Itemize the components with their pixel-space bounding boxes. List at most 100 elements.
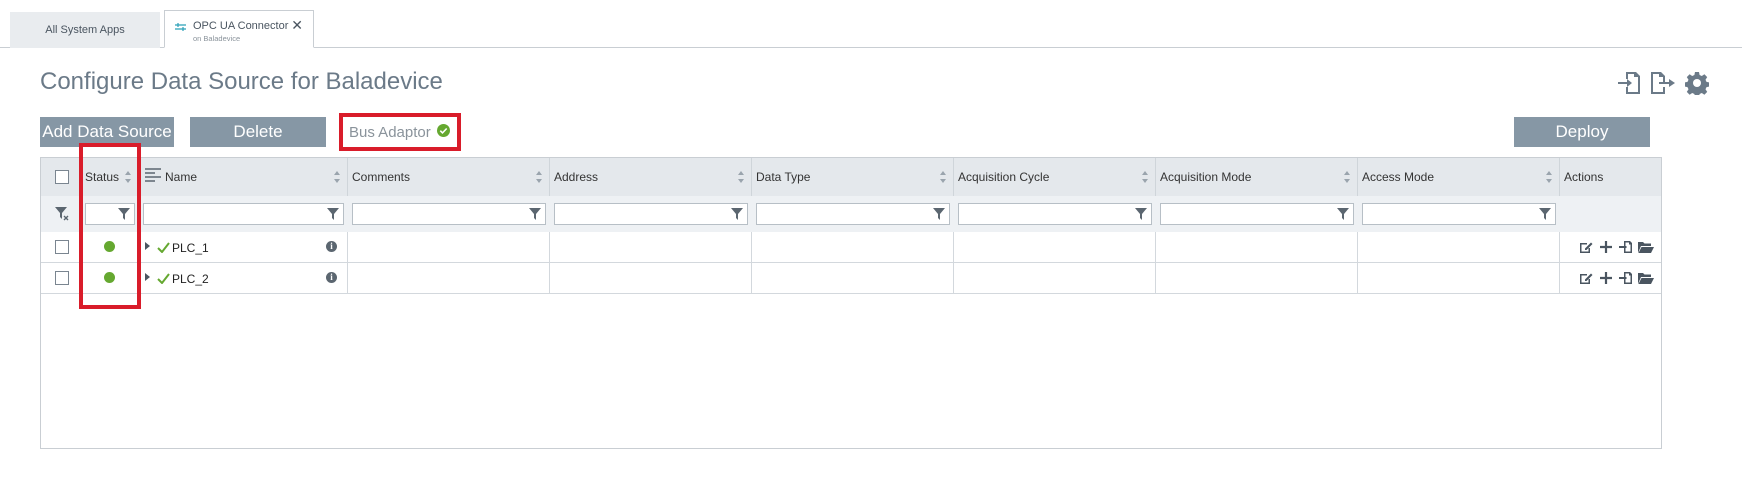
acquisition-cycle-filter-input[interactable] (958, 203, 1152, 225)
address-filter-cell (550, 196, 752, 232)
grid-filter-row (41, 196, 1661, 232)
sort-icon[interactable] (1545, 170, 1553, 184)
column-header-comments[interactable]: Comments (348, 158, 550, 196)
info-icon[interactable]: i (326, 241, 337, 252)
tab-label: All System Apps (45, 24, 125, 36)
close-icon[interactable]: ✕ (291, 17, 303, 34)
row-select-cell (41, 263, 81, 293)
checkmark-icon (157, 271, 170, 289)
filter-icon[interactable] (1135, 208, 1147, 220)
status-ok-indicator (103, 241, 115, 252)
export-icon[interactable] (1648, 68, 1678, 98)
sort-icon[interactable] (1343, 170, 1351, 184)
settings-gear-icon[interactable] (1682, 68, 1712, 98)
filter-icon[interactable] (933, 208, 945, 220)
tab-bar: All System Apps OPC UA Connector on Bala… (0, 0, 1742, 48)
add-icon[interactable] (1598, 271, 1614, 285)
column-header-status[interactable]: Status (81, 158, 139, 196)
page-actions (1614, 68, 1712, 98)
sort-icon[interactable] (535, 170, 543, 184)
status-cell (81, 232, 139, 262)
delete-button[interactable]: Delete (190, 117, 326, 147)
column-header-acquisition-cycle[interactable]: Acquisition Cycle (954, 158, 1156, 196)
expand-arrow-icon[interactable] (145, 273, 150, 281)
data-source-name: PLC_1 (172, 241, 209, 255)
data-type-filter-cell (752, 196, 954, 232)
access-mode-filter-input[interactable] (1362, 203, 1556, 225)
sort-icon[interactable] (1141, 170, 1149, 184)
info-icon[interactable]: i (326, 272, 337, 283)
row-checkbox[interactable] (55, 271, 69, 285)
expand-arrow-icon[interactable] (145, 242, 150, 250)
data-type-cell (752, 232, 954, 262)
column-label: Access Mode (1362, 170, 1435, 184)
status-ok-indicator (103, 272, 115, 283)
column-label: Data Type (756, 170, 811, 184)
acquisition-cycle-cell (954, 232, 1156, 262)
status-filter-cell (81, 196, 139, 232)
edit-icon[interactable] (1578, 240, 1594, 254)
edit-icon[interactable] (1578, 271, 1594, 285)
filter-icon[interactable] (118, 208, 130, 220)
add-icon[interactable] (1598, 240, 1614, 254)
filter-icon[interactable] (1337, 208, 1349, 220)
acquisition-mode-filter-input[interactable] (1160, 203, 1354, 225)
tab-sublabel: on Baladevice (193, 34, 241, 43)
name-cell: PLC_2 i (139, 263, 348, 293)
bus-adaptor-status[interactable]: Bus Adaptor (339, 113, 461, 151)
data-source-grid: Status Name Comments Address Data Type A… (40, 157, 1662, 449)
data-type-cell (752, 263, 954, 293)
comments-cell (348, 232, 550, 262)
import-icon[interactable] (1618, 271, 1634, 285)
column-header-data-type[interactable]: Data Type (752, 158, 954, 196)
import-icon[interactable] (1614, 68, 1644, 98)
open-folder-icon[interactable] (1638, 271, 1654, 285)
column-label: Acquisition Cycle (958, 170, 1050, 184)
filter-icon[interactable] (529, 208, 541, 220)
filter-icon[interactable] (1539, 208, 1551, 220)
column-label: Comments (352, 170, 411, 184)
sort-icon[interactable] (737, 170, 745, 184)
select-all-cell (41, 158, 81, 196)
filter-icon[interactable] (731, 208, 743, 220)
name-filter-input[interactable] (143, 203, 344, 225)
comments-filter-input[interactable] (352, 203, 546, 225)
acquisition-mode-cell (1156, 232, 1358, 262)
select-all-checkbox[interactable] (55, 170, 69, 184)
column-header-actions: Actions (1560, 158, 1663, 196)
data-type-filter-input[interactable] (756, 203, 950, 225)
tab-label: OPC UA Connector (193, 20, 289, 32)
row-checkbox[interactable] (55, 240, 69, 254)
sort-icon[interactable] (333, 170, 341, 184)
access-mode-cell (1358, 232, 1560, 262)
column-menu-icon[interactable] (145, 168, 161, 187)
column-header-acquisition-mode[interactable]: Acquisition Mode (1156, 158, 1358, 196)
tab-opc-ua-connector[interactable]: OPC UA Connector on Baladevice ✕ (164, 10, 314, 48)
table-row[interactable]: PLC_2 i (41, 263, 1661, 294)
clear-filter-cell (41, 196, 81, 232)
column-header-name[interactable]: Name (139, 158, 348, 196)
clear-filter-icon[interactable] (55, 207, 69, 226)
status-filter-input[interactable] (85, 203, 135, 225)
column-label: Name (165, 170, 198, 184)
address-cell (550, 263, 752, 293)
tab-all-system-apps[interactable]: All System Apps (10, 12, 160, 48)
access-mode-filter-cell (1358, 196, 1560, 232)
column-header-access-mode[interactable]: Access Mode (1358, 158, 1560, 196)
column-label: Acquisition Mode (1160, 170, 1252, 184)
actions-cell (1560, 263, 1663, 293)
checkmark-icon (157, 240, 170, 258)
name-cell: PLC_1 i (139, 232, 348, 262)
filter-icon[interactable] (327, 208, 339, 220)
column-header-address[interactable]: Address (550, 158, 752, 196)
deploy-button[interactable]: Deploy (1514, 117, 1650, 147)
sort-icon[interactable] (124, 170, 132, 184)
import-icon[interactable] (1618, 240, 1634, 254)
address-filter-input[interactable] (554, 203, 748, 225)
open-folder-icon[interactable] (1638, 240, 1654, 254)
connector-icon (175, 19, 186, 31)
table-row[interactable]: PLC_1 i (41, 232, 1661, 263)
sort-icon[interactable] (939, 170, 947, 184)
acquisition-mode-filter-cell (1156, 196, 1358, 232)
add-data-source-button[interactable]: Add Data Source (40, 117, 174, 147)
